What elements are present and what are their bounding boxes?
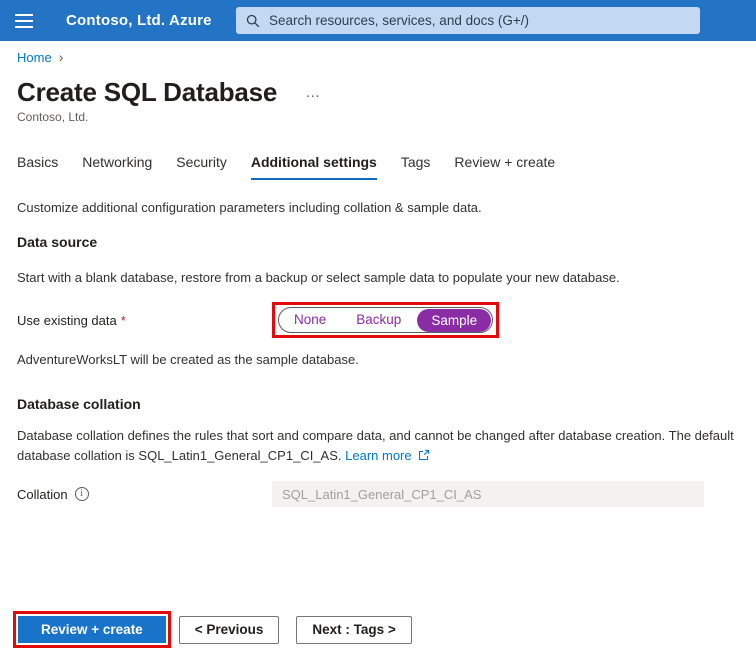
page-title: Create SQL Database	[17, 77, 277, 107]
annotation-box-toggle: None Backup Sample	[272, 302, 499, 338]
wizard-footer: Review + create < Previous Next : Tags >	[13, 611, 429, 648]
annotation-box-review-create: Review + create	[13, 611, 171, 648]
global-search[interactable]	[236, 7, 700, 34]
previous-button[interactable]: < Previous	[179, 616, 280, 644]
collation-row: Collation i	[17, 481, 739, 507]
breadcrumb-home-link[interactable]: Home	[17, 50, 52, 65]
collation-description: Database collation defines the rules tha…	[17, 426, 739, 467]
tab-review-create[interactable]: Review + create	[454, 154, 555, 180]
azure-top-bar: Contoso, Ltd. Azure	[0, 0, 756, 41]
breadcrumb: Home ›	[17, 50, 739, 65]
external-link-icon	[418, 447, 430, 467]
chevron-right-icon: ›	[59, 51, 64, 64]
database-collation-heading: Database collation	[17, 396, 739, 412]
toggle-option-backup[interactable]: Backup	[341, 307, 416, 333]
collation-input	[272, 481, 704, 507]
hamburger-menu-icon[interactable]	[0, 0, 48, 41]
data-source-heading: Data source	[17, 234, 739, 250]
search-icon	[246, 14, 260, 28]
review-create-button[interactable]: Review + create	[18, 616, 166, 643]
page-title-row: Create SQL Database …	[17, 77, 739, 107]
toggle-option-none[interactable]: None	[279, 307, 341, 333]
intro-text: Customize additional configuration param…	[17, 198, 739, 218]
collation-label: Collation i	[17, 487, 272, 502]
use-existing-data-row: Use existing data * None Backup Sample	[17, 302, 739, 338]
toggle-option-sample[interactable]: Sample	[417, 309, 491, 332]
page-overflow-menu-icon[interactable]: …	[305, 86, 322, 98]
next-tags-button[interactable]: Next : Tags >	[296, 616, 411, 644]
learn-more-link[interactable]: Learn more	[345, 448, 411, 463]
page-content: Home › Create SQL Database … Contoso, Lt…	[0, 50, 756, 507]
required-asterisk: *	[121, 313, 126, 328]
sample-database-note: AdventureWorksLT will be created as the …	[17, 350, 739, 370]
wizard-tabs: Basics Networking Security Additional se…	[17, 154, 739, 180]
tab-tags[interactable]: Tags	[401, 154, 431, 180]
use-existing-data-toggle: None Backup Sample	[278, 307, 493, 333]
tab-additional-settings[interactable]: Additional settings	[251, 154, 377, 180]
use-existing-data-label: Use existing data *	[17, 313, 272, 328]
search-input[interactable]	[269, 13, 690, 28]
data-source-description: Start with a blank database, restore fro…	[17, 268, 739, 288]
tab-security[interactable]: Security	[176, 154, 227, 180]
directory-subtitle: Contoso, Ltd.	[17, 110, 739, 124]
info-icon[interactable]: i	[75, 487, 89, 501]
tab-networking[interactable]: Networking	[82, 154, 152, 180]
tab-basics[interactable]: Basics	[17, 154, 58, 180]
portal-title: Contoso, Ltd. Azure	[66, 12, 212, 29]
